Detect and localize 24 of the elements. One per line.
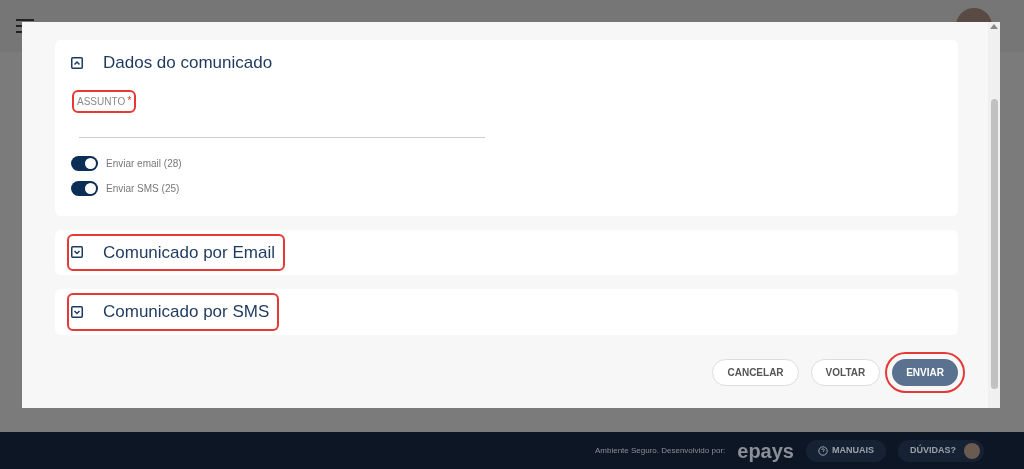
section-header[interactable]: Comunicado por SMS [69, 295, 278, 329]
brand-logo: epays [737, 440, 794, 461]
toggle-label: Enviar SMS (25) [106, 181, 180, 196]
avatar [964, 442, 980, 459]
section-title: Comunicado por SMS [103, 301, 270, 323]
footer-note: Ambiente Seguro. Desenvolvido por: [594, 444, 726, 457]
section-header[interactable]: Dados do comunicado [69, 46, 281, 80]
secondary-button[interactable]: VOLTAR [810, 358, 881, 386]
section-title: Dados do comunicado [103, 52, 273, 74]
expand-icon[interactable] [71, 246, 83, 259]
required-mark: * [127, 93, 132, 106]
help-icon [818, 445, 828, 456]
section-header[interactable]: Comunicado por Email [69, 235, 283, 269]
collapse-icon[interactable] [71, 56, 83, 69]
scrollbar[interactable] [988, 22, 1000, 408]
manuals-button[interactable]: MANUAIS [806, 439, 886, 462]
section-title: Comunicado por Email [103, 241, 275, 264]
toggle-label: Enviar email (28) [106, 156, 182, 171]
expand-icon[interactable] [71, 305, 83, 318]
field-label: ASSUNTO [77, 94, 126, 109]
toggle-switch[interactable] [71, 155, 98, 171]
help-button[interactable]: DÚVIDAS? [898, 439, 984, 462]
toggle-switch[interactable] [71, 180, 98, 196]
secondary-button[interactable]: CANCELAR [712, 358, 799, 386]
